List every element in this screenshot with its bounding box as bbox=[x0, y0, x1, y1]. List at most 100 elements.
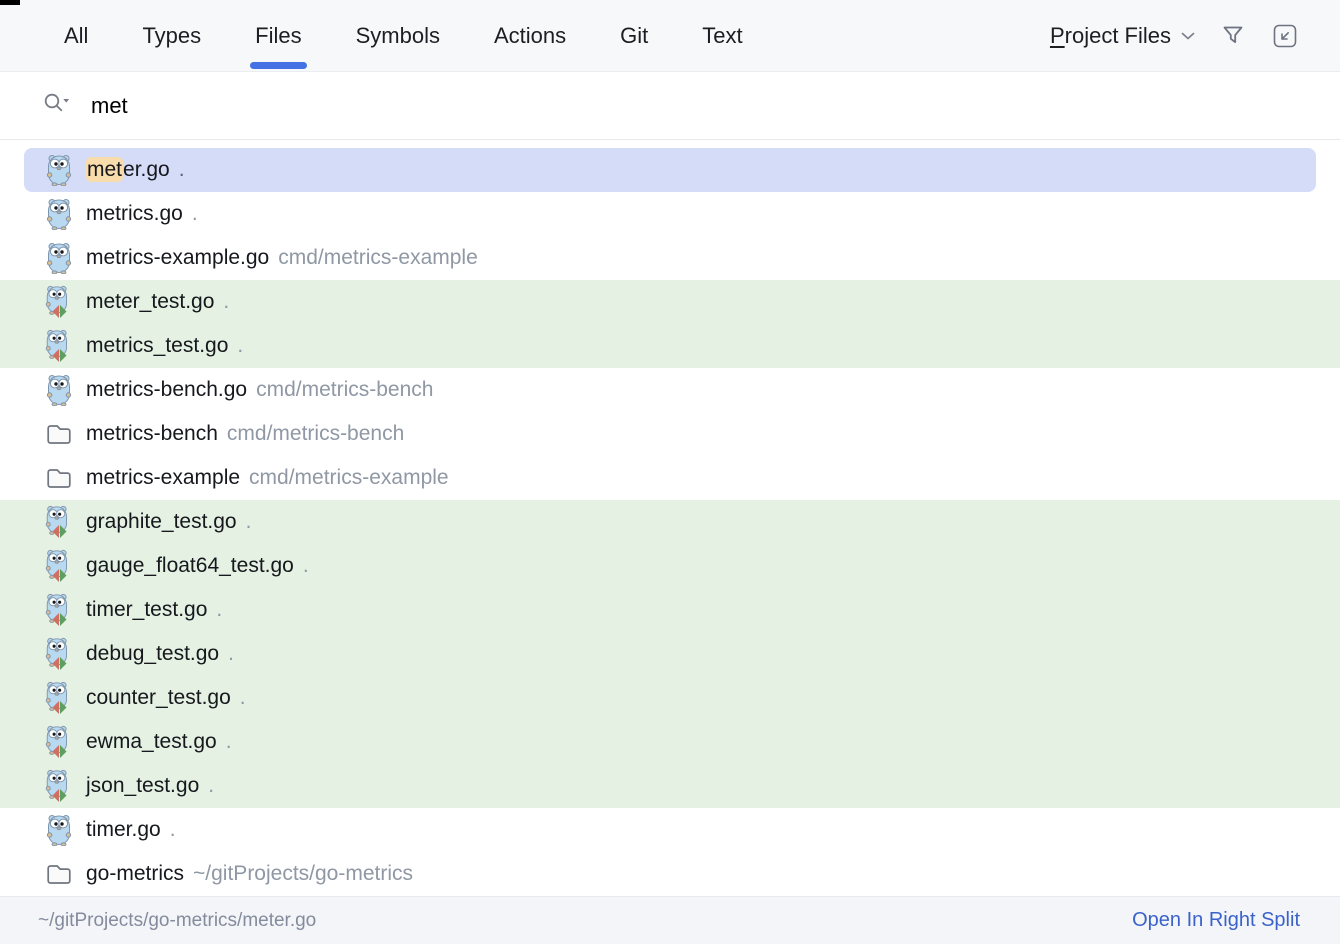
search-input[interactable] bbox=[91, 93, 991, 119]
row-icon-slot bbox=[44, 681, 74, 715]
folder-icon bbox=[45, 465, 73, 491]
tabbar-right-controls: Project Files bbox=[1050, 23, 1298, 49]
statusbar: ~/gitProjects/go-metrics/meter.go Open I… bbox=[0, 896, 1340, 944]
result-row[interactable]: metrics.go . bbox=[0, 192, 1340, 236]
go-test-file-icon bbox=[44, 505, 74, 539]
file-path: . bbox=[226, 730, 232, 754]
file-name: graphite_test.go bbox=[86, 510, 237, 534]
file-path: cmd/metrics-bench bbox=[256, 378, 433, 402]
scope-label: Project Files bbox=[1050, 23, 1171, 49]
open-in-window-icon bbox=[1272, 23, 1298, 49]
go-test-file-icon bbox=[44, 637, 74, 671]
file-path: . bbox=[192, 202, 198, 226]
go-file-icon bbox=[45, 814, 73, 846]
row-icon-slot bbox=[44, 374, 74, 406]
file-path: ~/gitProjects/go-metrics bbox=[193, 862, 413, 886]
file-path: . bbox=[246, 510, 252, 534]
open-in-find-window-button[interactable] bbox=[1272, 23, 1298, 49]
file-name: meter_test.go bbox=[86, 290, 214, 314]
result-row[interactable]: metrics-example.go cmd/metrics-example bbox=[0, 236, 1340, 280]
row-icon-slot bbox=[44, 285, 74, 319]
file-path: . bbox=[303, 554, 309, 578]
result-row[interactable]: debug_test.go . bbox=[0, 632, 1340, 676]
file-name: counter_test.go bbox=[86, 686, 231, 710]
file-name: timer.go bbox=[86, 818, 161, 842]
file-path: . bbox=[240, 686, 246, 710]
file-path: cmd/metrics-example bbox=[249, 466, 449, 490]
open-in-right-split-link[interactable]: Open In Right Split bbox=[1132, 909, 1300, 932]
go-test-file-icon bbox=[44, 769, 74, 803]
row-icon-slot bbox=[44, 242, 74, 274]
result-row[interactable]: timer.go . bbox=[0, 808, 1340, 852]
result-row[interactable]: metrics-bench cmd/metrics-bench bbox=[0, 412, 1340, 456]
results-list: meter.go . metrics.go . metric bbox=[0, 140, 1340, 896]
scope-selector[interactable]: Project Files bbox=[1050, 23, 1195, 49]
selected-file-path: ~/gitProjects/go-metrics/meter.go bbox=[38, 910, 316, 932]
search-icon-with-dropdown[interactable] bbox=[42, 91, 72, 121]
file-path: cmd/metrics-bench bbox=[227, 422, 404, 446]
file-path: . bbox=[208, 774, 214, 798]
match-highlight: met bbox=[86, 157, 123, 182]
file-path: . bbox=[228, 642, 234, 666]
result-row[interactable]: json_test.go . bbox=[0, 764, 1340, 808]
result-row[interactable]: graphite_test.go . bbox=[0, 500, 1340, 544]
go-file-icon bbox=[45, 242, 73, 274]
filter-button[interactable] bbox=[1221, 23, 1246, 48]
search-field-row bbox=[0, 72, 1340, 140]
file-path: cmd/metrics-example bbox=[278, 246, 478, 270]
tab-all[interactable]: All bbox=[64, 0, 88, 71]
file-name: json_test.go bbox=[86, 774, 199, 798]
go-test-file-icon bbox=[44, 549, 74, 583]
file-name: gauge_float64_test.go bbox=[86, 554, 294, 578]
tab-actions[interactable]: Actions bbox=[494, 0, 566, 71]
folder-icon bbox=[45, 421, 73, 447]
result-row[interactable]: meter_test.go . bbox=[0, 280, 1340, 324]
result-row[interactable]: gauge_float64_test.go . bbox=[0, 544, 1340, 588]
go-file-icon bbox=[45, 374, 73, 406]
result-row[interactable]: metrics-bench.go cmd/metrics-bench bbox=[0, 368, 1340, 412]
tab-symbols[interactable]: Symbols bbox=[356, 0, 440, 71]
file-name: metrics.go bbox=[86, 202, 183, 226]
file-name: metrics_test.go bbox=[86, 334, 228, 358]
go-test-file-icon bbox=[44, 329, 74, 363]
folder-icon bbox=[45, 861, 73, 887]
go-test-file-icon bbox=[44, 285, 74, 319]
tab-types[interactable]: Types bbox=[142, 0, 201, 71]
result-row[interactable]: counter_test.go . bbox=[0, 676, 1340, 720]
row-icon-slot bbox=[44, 637, 74, 671]
row-icon-slot bbox=[44, 549, 74, 583]
row-icon-slot bbox=[44, 198, 74, 230]
result-row[interactable]: metrics_test.go . bbox=[0, 324, 1340, 368]
file-path: . bbox=[223, 290, 229, 314]
file-name: timer_test.go bbox=[86, 598, 207, 622]
file-name: meter.go bbox=[86, 158, 170, 182]
row-icon-slot bbox=[44, 421, 74, 447]
tab-text[interactable]: Text bbox=[702, 0, 742, 71]
go-test-file-icon bbox=[44, 681, 74, 715]
filter-icon bbox=[1221, 23, 1246, 48]
result-row[interactable]: go-metrics ~/gitProjects/go-metrics bbox=[0, 852, 1340, 896]
go-file-icon bbox=[45, 198, 73, 230]
row-icon-slot bbox=[44, 465, 74, 491]
result-row[interactable]: metrics-example cmd/metrics-example bbox=[0, 456, 1340, 500]
chevron-down-icon bbox=[1181, 32, 1195, 40]
file-name: go-metrics bbox=[86, 862, 184, 886]
window-corner-artifact bbox=[0, 0, 20, 5]
file-path: . bbox=[179, 158, 185, 182]
result-row[interactable]: timer_test.go . bbox=[0, 588, 1340, 632]
row-icon-slot bbox=[44, 329, 74, 363]
tab-git[interactable]: Git bbox=[620, 0, 648, 71]
row-icon-slot bbox=[44, 814, 74, 846]
tab-files[interactable]: Files bbox=[255, 0, 301, 71]
go-test-file-icon bbox=[44, 593, 74, 627]
result-row[interactable]: meter.go . bbox=[24, 148, 1316, 192]
file-name: metrics-bench.go bbox=[86, 378, 247, 402]
row-icon-slot bbox=[44, 861, 74, 887]
file-path: . bbox=[216, 598, 222, 622]
file-path: . bbox=[170, 818, 176, 842]
search-everywhere-tabbar: All Types Files Symbols Actions Git Text… bbox=[0, 0, 1340, 72]
row-icon-slot bbox=[44, 725, 74, 759]
row-icon-slot bbox=[44, 154, 74, 186]
result-row[interactable]: ewma_test.go . bbox=[0, 720, 1340, 764]
search-everywhere-popup: All Types Files Symbols Actions Git Text… bbox=[0, 0, 1340, 944]
